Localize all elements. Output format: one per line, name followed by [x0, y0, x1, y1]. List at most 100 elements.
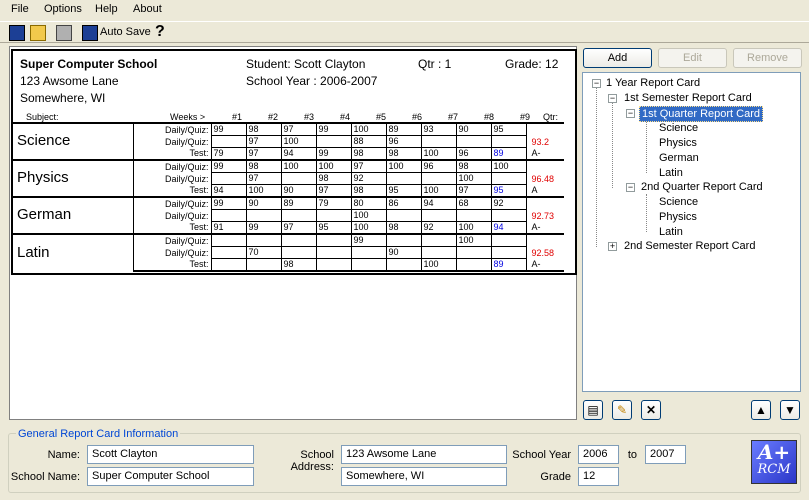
autosave-label[interactable]: Auto Save — [100, 26, 151, 38]
grade-cell: 95 — [490, 184, 526, 198]
quarter-average: 96.48 — [525, 159, 564, 185]
grade-cell: 90 — [245, 196, 281, 210]
grade-cell: 94 — [490, 221, 526, 235]
grade-cell — [455, 258, 491, 272]
address-line1-field[interactable]: 123 Awsome Lane — [341, 445, 507, 464]
move-up-icon[interactable]: ▲ — [751, 400, 771, 420]
menu-help[interactable]: Help — [95, 3, 118, 15]
row-label: Daily/Quiz: — [133, 122, 211, 136]
grade-row: Latin Daily/Quiz: 99 100 92.58 — [13, 233, 564, 271]
tree-item-semester-1[interactable]: 1st Semester Report Card — [624, 92, 752, 104]
collapse-icon[interactable]: − — [592, 79, 601, 88]
general-info-legend: General Report Card Information — [16, 428, 181, 440]
toolbar: Auto Save ? — [0, 21, 809, 43]
grade-cell: 95 — [490, 122, 526, 136]
grade-cell — [420, 172, 456, 185]
year-to-field[interactable]: 2007 — [645, 445, 686, 464]
subject-name: German — [17, 206, 72, 223]
tree-item-semester-2[interactable]: 2nd Semester Report Card — [624, 240, 755, 252]
open-folder-icon[interactable] — [30, 25, 46, 41]
school-year-label: School Year — [512, 449, 571, 461]
edit-button[interactable]: Edit — [658, 48, 727, 68]
menu-options[interactable]: Options — [44, 3, 82, 15]
collapse-icon[interactable]: − — [608, 94, 617, 103]
row-label: Test: — [189, 185, 209, 195]
address-line2-field[interactable]: Somewhere, WI — [341, 467, 507, 486]
collapse-icon[interactable]: − — [626, 183, 635, 192]
grade-cell: 100 — [490, 159, 526, 173]
tree-line — [596, 87, 597, 247]
grade-cell — [455, 135, 491, 148]
move-down-icon[interactable]: ▼ — [780, 400, 800, 420]
tree-item-q1-subject[interactable]: Science — [659, 122, 698, 134]
grade-cell — [280, 172, 316, 185]
tree-line — [646, 120, 647, 173]
grade-cell — [210, 233, 246, 247]
grade-cell: 100 — [455, 233, 491, 247]
menu-about[interactable]: About — [133, 3, 162, 15]
grade-cell: 100 — [245, 184, 281, 198]
grade-row: German Daily/Quiz: 99 90 89 79 80 86 94 68 92 92.73 — [13, 196, 564, 234]
subject-name: Latin — [17, 243, 50, 261]
logo-text: A+ — [757, 440, 791, 464]
tree-item-q1-subject[interactable]: German — [659, 152, 699, 164]
year-from-field[interactable]: 2006 — [578, 445, 619, 464]
grade-row: Physics Daily/Quiz: 99 98 100 100 97 100 96 98 100… — [13, 159, 564, 197]
week-header: #5 — [376, 112, 387, 122]
grade-cell: 98 — [350, 147, 386, 161]
tree-item-q2-subject[interactable]: Physics — [659, 211, 697, 223]
grade-cell: 98 — [280, 258, 316, 272]
grade-cell: 90 — [455, 122, 491, 136]
help-icon[interactable]: ? — [155, 23, 165, 41]
remove-button[interactable]: Remove — [733, 48, 802, 68]
save-icon[interactable] — [9, 25, 25, 41]
add-button[interactable]: Add — [583, 48, 652, 68]
grade-cell: 100 — [350, 209, 386, 222]
collapse-icon[interactable]: − — [626, 109, 635, 118]
school-name-field[interactable]: Super Computer School — [87, 467, 254, 486]
grade-cell: 97 — [245, 147, 281, 161]
grade-cell: 97 — [280, 221, 316, 235]
grade-cell: 96 — [455, 147, 491, 161]
logo-subtext: RCM — [757, 462, 791, 477]
tree-item-quarter-2[interactable]: 2nd Quarter Report Card — [641, 181, 763, 193]
tree-item-q1-subject[interactable]: Physics — [659, 137, 697, 149]
school-year: School Year : 2006-2007 — [246, 74, 378, 88]
quarter-average: 92.73 — [525, 196, 564, 222]
delete-x-icon[interactable]: ✕ — [641, 400, 661, 420]
grade-cell: 97 — [280, 122, 316, 136]
row-label: Daily/Quiz: — [164, 247, 209, 258]
grade-cell — [245, 209, 281, 222]
grade-cell: 93 — [420, 122, 456, 136]
name-field[interactable]: Scott Clayton — [87, 445, 254, 464]
grade-cell: 100 — [280, 159, 316, 173]
weeks-header: Weeks > — [170, 112, 206, 122]
row-label: Daily/Quiz: — [164, 136, 209, 147]
tree-item-q2-subject[interactable]: Science — [659, 196, 698, 208]
print-icon[interactable] — [56, 25, 72, 41]
grade-cell: 89 — [490, 147, 526, 161]
tree-item-q2-subject[interactable]: Latin — [659, 226, 683, 238]
grade-cell: 97 — [245, 135, 281, 148]
tree-item-quarter-1[interactable]: 1st Quarter Report Card — [639, 106, 763, 122]
menu-file[interactable]: File — [11, 3, 29, 15]
to-label: to — [627, 449, 637, 461]
grade-cell: 99 — [210, 196, 246, 210]
report-card-tree[interactable]: − 1 Year Report Card − 1st Semester Repo… — [582, 72, 801, 392]
grade-cell — [210, 246, 246, 259]
grade-field[interactable]: 12 — [578, 467, 619, 486]
autosave-icon[interactable] — [82, 25, 98, 41]
copy-icon[interactable]: ▤ — [583, 400, 603, 420]
grade-cell: 99 — [350, 233, 386, 247]
expand-icon[interactable]: + — [608, 242, 617, 251]
tree-line — [612, 102, 613, 188]
grade-cell: 97 — [315, 184, 351, 198]
tree-item-q1-subject[interactable]: Latin — [659, 167, 683, 179]
grade-cell: 70 — [245, 246, 281, 259]
grade-cell: 94 — [420, 196, 456, 210]
grade-cell — [490, 172, 526, 185]
tree-item-year[interactable]: 1 Year Report Card — [606, 77, 700, 89]
week-header: #9 — [520, 112, 531, 122]
edit-pencil-icon[interactable]: ✎ — [612, 400, 632, 420]
grade-cell — [280, 246, 316, 259]
